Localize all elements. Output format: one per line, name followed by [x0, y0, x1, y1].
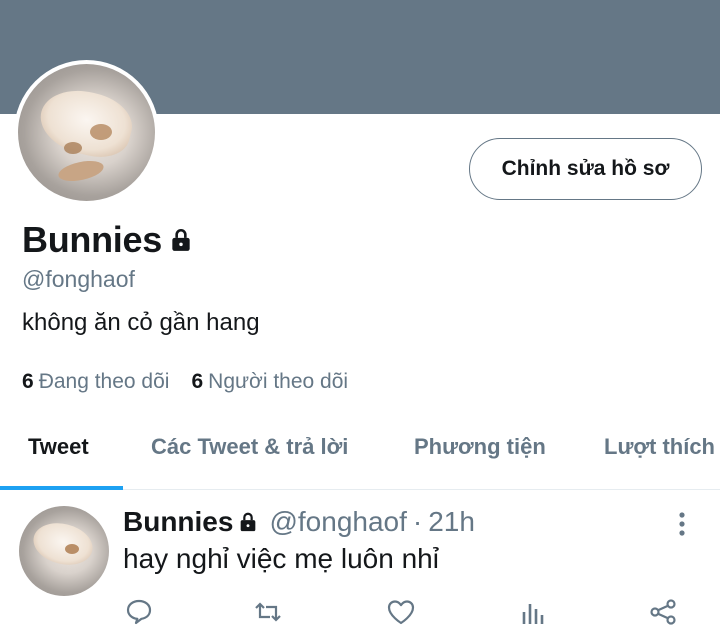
- followers-link[interactable]: 6 Người theo dõi: [191, 370, 348, 394]
- profile-name-row: Bunnies: [22, 219, 194, 261]
- active-tab-indicator: [0, 486, 123, 490]
- profile-display-name: Bunnies: [22, 219, 162, 260]
- like-icon[interactable]: [386, 598, 416, 626]
- share-icon[interactable]: [648, 598, 678, 626]
- tab-media[interactable]: Phương tiện: [414, 434, 546, 460]
- tab-tweets[interactable]: Tweet: [28, 434, 89, 460]
- tab-tweets-and-replies[interactable]: Các Tweet & trả lời: [151, 434, 348, 460]
- following-link[interactable]: 6 Đang theo dõi: [22, 370, 169, 394]
- profile-avatar[interactable]: [14, 60, 159, 205]
- tab-likes[interactable]: Lượt thích: [604, 434, 715, 460]
- retweet-icon[interactable]: [253, 598, 283, 626]
- follow-stats: 6 Đang theo dõi 6 Người theo dõi: [22, 370, 370, 394]
- tweet-text: hay nghỉ việc mẹ luôn nhỉ: [123, 543, 439, 574]
- profile-bio: không ăn cỏ gần hang: [22, 309, 260, 336]
- tweet-actions: [0, 596, 720, 627]
- tweet-separator: ·: [412, 506, 423, 537]
- tweet-timestamp[interactable]: 21h: [428, 506, 475, 538]
- lock-icon: [241, 512, 256, 532]
- more-options-icon[interactable]: [672, 510, 692, 538]
- analytics-icon[interactable]: [518, 598, 548, 626]
- followers-label: Người theo dõi: [208, 370, 349, 393]
- lock-icon: [172, 228, 190, 251]
- tweet-author-name[interactable]: Bunnies: [123, 506, 233, 538]
- following-count: 6: [22, 370, 34, 393]
- followers-count: 6: [191, 370, 204, 393]
- tweet-avatar[interactable]: [19, 506, 109, 596]
- following-label: Đang theo dõi: [38, 370, 170, 393]
- profile-tabs: Tweet Các Tweet & trả lời Phương tiện Lư…: [0, 418, 720, 488]
- reply-icon[interactable]: [124, 598, 154, 626]
- profile-handle: @fonghaof: [22, 266, 135, 292]
- tweet-header: Bunnies @fonghaof · 21h: [123, 506, 475, 538]
- tweet-author-handle[interactable]: @fonghaof: [269, 506, 406, 538]
- edit-profile-button[interactable]: Chỉnh sửa hồ sơ: [469, 138, 702, 200]
